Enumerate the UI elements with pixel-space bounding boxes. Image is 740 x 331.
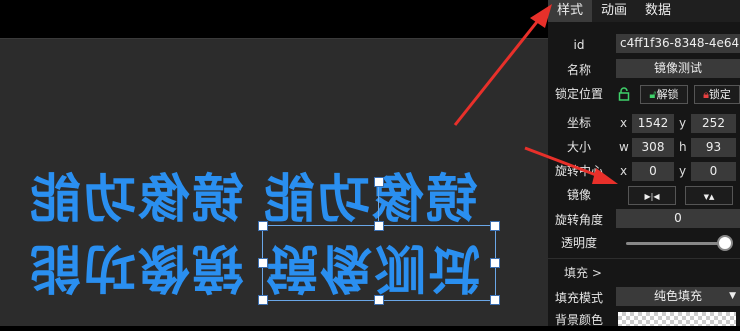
resize-handle-br[interactable] — [490, 295, 500, 305]
rotation-row: 旋转角度 0 — [548, 209, 740, 231]
name-label: 名称 — [566, 63, 591, 77]
fill-mode-select[interactable]: 纯色填充 ▼ — [616, 287, 740, 306]
rotation-center-row: 旋转中心 x 0 y 0 — [548, 160, 740, 182]
w-label: w — [619, 140, 629, 154]
y-label: y — [679, 116, 687, 130]
fill-section-row[interactable]: 填充 > — [548, 262, 740, 284]
lock-button[interactable]: 🔒︎锁定 — [694, 85, 740, 104]
bg-color-label: 背景颜色 — [554, 313, 603, 327]
panel-tabs: 样式 动画 数据 — [548, 0, 740, 22]
design-canvas[interactable]: 镜像功能 镜像功能 镜像功能 镜像测试 — [0, 38, 548, 326]
y-input[interactable]: 252 — [691, 114, 736, 133]
size-row: 大小 w 308 h 93 — [548, 136, 740, 158]
tab-data[interactable]: 数据 — [636, 0, 680, 22]
rc-y-label: y — [679, 164, 687, 178]
id-field[interactable]: c4ff1f36-8348-4e64 — [616, 34, 740, 53]
resize-handle-tr[interactable] — [490, 221, 500, 231]
bg-color-row: 背景颜色 — [548, 309, 740, 331]
name-field[interactable]: 镜像测试 — [616, 59, 740, 78]
resize-handle-mr[interactable] — [490, 258, 500, 268]
mirror-vertical-icon: ▼▲ — [703, 193, 715, 201]
rotation-center-y-input[interactable]: 0 — [691, 162, 736, 181]
rotation-center-label: 旋转中心 — [554, 164, 603, 178]
top-bar — [0, 0, 548, 38]
id-label: id — [573, 38, 585, 52]
mirror-horizontal-icon: ▶|◀ — [644, 192, 660, 201]
mirror-label: 镜像 — [566, 188, 591, 202]
id-row: id c4ff1f36-8348-4e64 — [548, 34, 740, 56]
mirrored-text-left: 镜像功能 — [28, 170, 245, 230]
h-label: h — [679, 140, 687, 154]
opacity-slider-knob[interactable] — [717, 235, 733, 251]
resize-handle-ml[interactable] — [258, 258, 268, 268]
rc-x-label: x — [620, 164, 628, 178]
width-input[interactable]: 308 — [632, 138, 674, 157]
coord-label: 坐标 — [566, 116, 591, 130]
unlock-button[interactable]: 🔓︎解锁 — [640, 85, 688, 104]
fill-mode-label: 填充模式 — [554, 291, 603, 305]
rotation-label: 旋转角度 — [554, 213, 603, 227]
opacity-row: 透明度 — [548, 232, 740, 254]
rotation-center-x-input[interactable]: 0 — [632, 162, 674, 181]
x-label: x — [620, 116, 628, 130]
resize-handle-tm[interactable] — [374, 221, 384, 231]
coord-row: 坐标 x 1542 y 252 — [548, 112, 740, 134]
tab-animation[interactable]: 动画 — [592, 0, 636, 22]
resize-handle-bl[interactable] — [258, 295, 268, 305]
lock-row: 锁定位置 🔓︎解锁 🔒︎锁定 — [548, 83, 740, 105]
flipped-text-left: 镜像功能 — [28, 237, 245, 297]
resize-handle-bm[interactable] — [374, 295, 384, 305]
name-row: 名称 镜像测试 — [548, 59, 740, 81]
property-panel: 样式 动画 数据 id c4ff1f36-8348-4e64 名称 镜像测试 锁… — [548, 0, 740, 327]
mirror-row: 镜像 ▶|◀ ▼▲ — [548, 184, 740, 206]
section-divider — [548, 258, 740, 259]
mirrored-text-right: 镜像功能 — [262, 170, 479, 230]
fill-mode-row: 填充模式 纯色填充 ▼ — [548, 287, 740, 309]
rotate-handle[interactable] — [374, 177, 384, 187]
resize-handle-tl[interactable] — [258, 221, 268, 231]
opacity-label: 透明度 — [560, 236, 597, 250]
rotation-input[interactable]: 0 — [616, 209, 740, 228]
unlocked-icon — [618, 87, 630, 101]
opacity-slider-track[interactable] — [626, 242, 730, 245]
rotation-guide-line — [378, 181, 379, 225]
tab-style[interactable]: 样式 — [548, 0, 593, 22]
bg-color-swatch[interactable] — [618, 312, 736, 326]
chevron-down-icon: ▼ — [729, 291, 736, 301]
selection-box[interactable] — [262, 225, 496, 301]
lock-position-label: 锁定位置 — [554, 87, 603, 101]
mirror-vertical-button[interactable]: ▼▲ — [685, 186, 733, 205]
fill-section-toggle[interactable]: 填充 > — [564, 262, 602, 284]
x-input[interactable]: 1542 — [632, 114, 674, 133]
height-input[interactable]: 93 — [691, 138, 736, 157]
unlock-icon: 🔓︎ — [649, 88, 657, 101]
mirror-horizontal-button[interactable]: ▶|◀ — [628, 186, 676, 205]
size-label: 大小 — [566, 140, 591, 154]
